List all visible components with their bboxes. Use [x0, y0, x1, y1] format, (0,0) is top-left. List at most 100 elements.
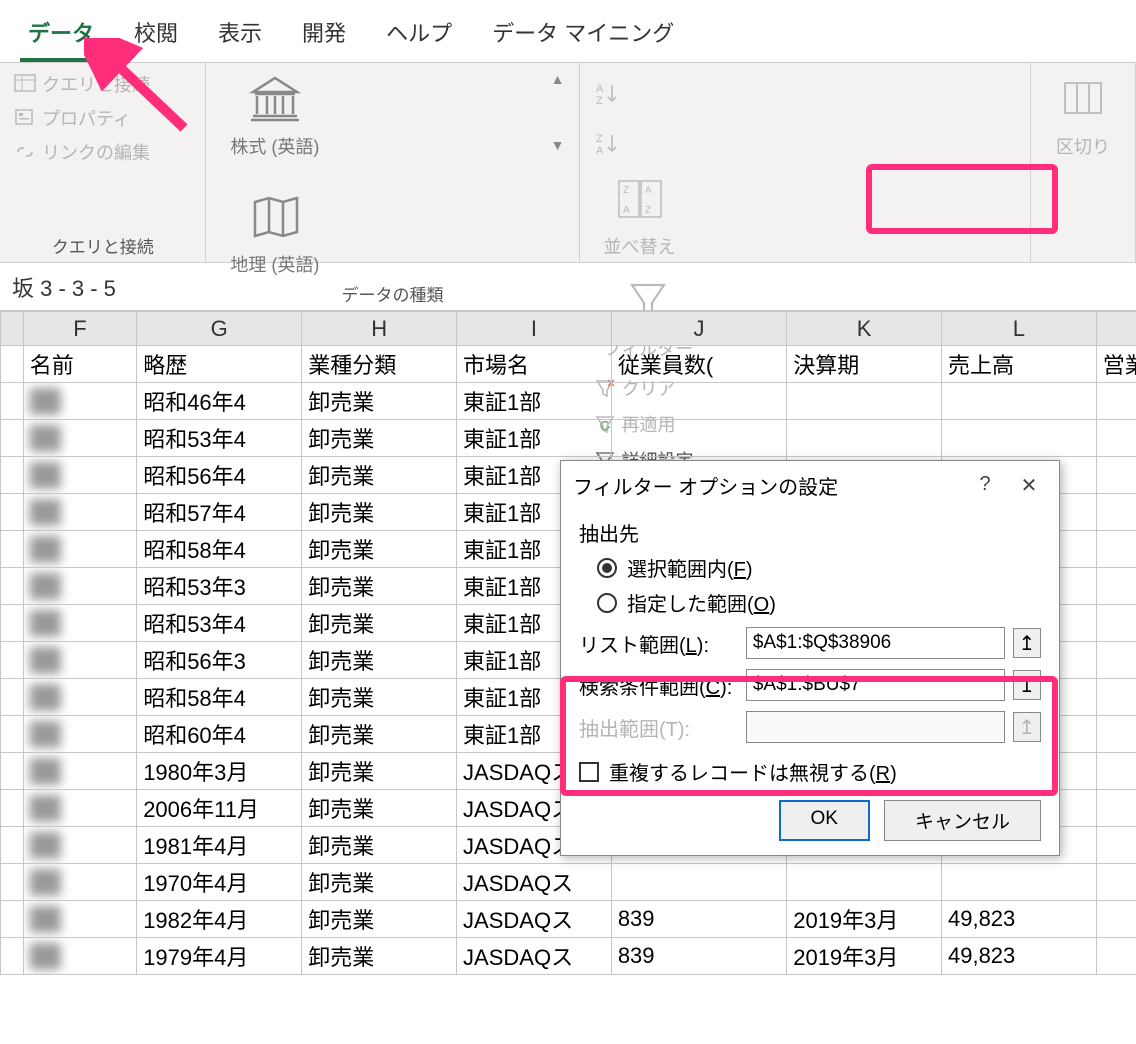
cell[interactable]: 略歴 [137, 346, 302, 383]
cell[interactable] [1, 531, 24, 568]
column-header[interactable]: H [302, 312, 457, 346]
cell[interactable]: 1,4 [1096, 901, 1136, 938]
cell[interactable]: 卸売業 [302, 494, 457, 531]
column-header[interactable]: M [1096, 312, 1136, 346]
cell[interactable] [1, 790, 24, 827]
cell[interactable]: ██ [23, 901, 137, 938]
cell[interactable]: 卸売業 [302, 679, 457, 716]
cell[interactable]: ██ [23, 383, 137, 420]
cell[interactable]: 卸売業 [302, 827, 457, 864]
cell[interactable]: 8 [1096, 679, 1136, 716]
cell[interactable] [611, 864, 786, 901]
column-header[interactable]: K [787, 312, 942, 346]
cell[interactable]: 卸売業 [302, 568, 457, 605]
tab-developer[interactable]: 開発 [294, 8, 354, 62]
cell[interactable]: 1,4 [1096, 827, 1136, 864]
cell[interactable] [787, 864, 942, 901]
help-button[interactable]: ? [967, 473, 1003, 498]
cell[interactable]: 1982年4月 [137, 901, 302, 938]
cell[interactable] [1, 716, 24, 753]
cell[interactable]: 8 [1096, 642, 1136, 679]
cell[interactable] [1, 568, 24, 605]
column-header[interactable] [1, 312, 24, 346]
cell[interactable]: 卸売業 [302, 901, 457, 938]
cell[interactable]: 2019年3月 [787, 938, 942, 975]
cell[interactable]: ██ [23, 642, 137, 679]
list-range-input[interactable] [746, 627, 1005, 659]
cell[interactable]: JASDAQス [457, 864, 612, 901]
range-select-button[interactable]: ↥ [1013, 670, 1041, 700]
sort-az-icon[interactable]: AZ [594, 81, 622, 107]
cell[interactable]: 昭和56年4 [137, 457, 302, 494]
cell[interactable]: 昭和53年4 [137, 605, 302, 642]
cell[interactable]: JASDAQス [457, 938, 612, 975]
cell[interactable] [1, 383, 24, 420]
column-header[interactable]: L [941, 312, 1096, 346]
cell[interactable]: 卸売業 [302, 642, 457, 679]
cell[interactable]: 昭和53年3 [137, 568, 302, 605]
cell[interactable]: ██ [23, 494, 137, 531]
cell[interactable] [1, 420, 24, 457]
cell[interactable] [941, 420, 1096, 457]
cell[interactable]: 昭和46年4 [137, 383, 302, 420]
cell[interactable]: 東証1部 [457, 383, 612, 420]
column-header[interactable]: J [611, 312, 786, 346]
cell[interactable]: 839 [611, 938, 786, 975]
column-header[interactable]: G [137, 312, 302, 346]
tab-datamining[interactable]: データ マイニング [484, 8, 682, 62]
tab-view[interactable]: 表示 [210, 8, 270, 62]
cell[interactable] [1, 494, 24, 531]
cell[interactable]: 昭和60年4 [137, 716, 302, 753]
cell[interactable]: ██ [23, 827, 137, 864]
cell[interactable]: ██ [23, 568, 137, 605]
cell[interactable]: 8 [1096, 494, 1136, 531]
cell[interactable]: 卸売業 [302, 938, 457, 975]
cell[interactable]: 2019年3月 [787, 901, 942, 938]
cell[interactable] [1, 642, 24, 679]
cell[interactable]: 1,4 [1096, 753, 1136, 790]
cell[interactable]: 営業利益 [1096, 346, 1136, 383]
cell[interactable]: 昭和56年3 [137, 642, 302, 679]
cell[interactable] [1, 938, 24, 975]
cell[interactable]: 8 [1096, 568, 1136, 605]
cell[interactable]: 昭和58年4 [137, 531, 302, 568]
sort-button[interactable]: ZAAZ 並べ替え [594, 171, 686, 259]
cell[interactable]: ██ [23, 864, 137, 901]
cell[interactable]: 従業員数( [611, 346, 786, 383]
criteria-range-input[interactable] [746, 669, 1005, 701]
cell[interactable]: 卸売業 [302, 605, 457, 642]
cell[interactable]: ██ [23, 420, 137, 457]
cell[interactable]: 839 [611, 901, 786, 938]
cell[interactable]: 昭和57年4 [137, 494, 302, 531]
cell[interactable]: 49,823 [941, 938, 1096, 975]
cell[interactable]: ██ [23, 938, 137, 975]
text-to-columns-button[interactable]: 区切り [1045, 71, 1121, 159]
cell[interactable]: ██ [23, 679, 137, 716]
cell[interactable]: 1,4 [1096, 790, 1136, 827]
cell[interactable] [611, 420, 786, 457]
cell[interactable]: 昭和53年4 [137, 420, 302, 457]
cell[interactable]: 卸売業 [302, 383, 457, 420]
radio-copyto[interactable]: 指定した範囲(O) [597, 588, 1041, 617]
radio-inplace[interactable]: 選択範囲内(F) [597, 553, 1041, 582]
cell[interactable] [941, 864, 1096, 901]
cell[interactable]: 卸売業 [302, 457, 457, 494]
cell[interactable]: 卸売業 [302, 531, 457, 568]
cell[interactable]: 8 [1096, 420, 1136, 457]
cell[interactable] [1, 679, 24, 716]
close-button[interactable]: ✕ [1011, 473, 1047, 498]
range-select-button[interactable]: ↥ [1013, 628, 1041, 658]
cell[interactable]: 1980年3月 [137, 753, 302, 790]
cell[interactable] [1, 827, 24, 864]
dialog-titlebar[interactable]: フィルター オプションの設定 ? ✕ [561, 461, 1059, 510]
tab-help[interactable]: ヘルプ [378, 8, 460, 62]
cell[interactable]: 8 [1096, 457, 1136, 494]
cell[interactable] [1, 457, 24, 494]
cell[interactable]: ██ [23, 716, 137, 753]
cell[interactable]: 8 [1096, 605, 1136, 642]
cell[interactable]: 1,4 [1096, 864, 1136, 901]
cell[interactable]: 49,823 [941, 901, 1096, 938]
cell[interactable]: 1,4 [1096, 938, 1136, 975]
stocks-button[interactable]: 株式 (英語) [220, 71, 329, 159]
column-header[interactable]: I [457, 312, 612, 346]
